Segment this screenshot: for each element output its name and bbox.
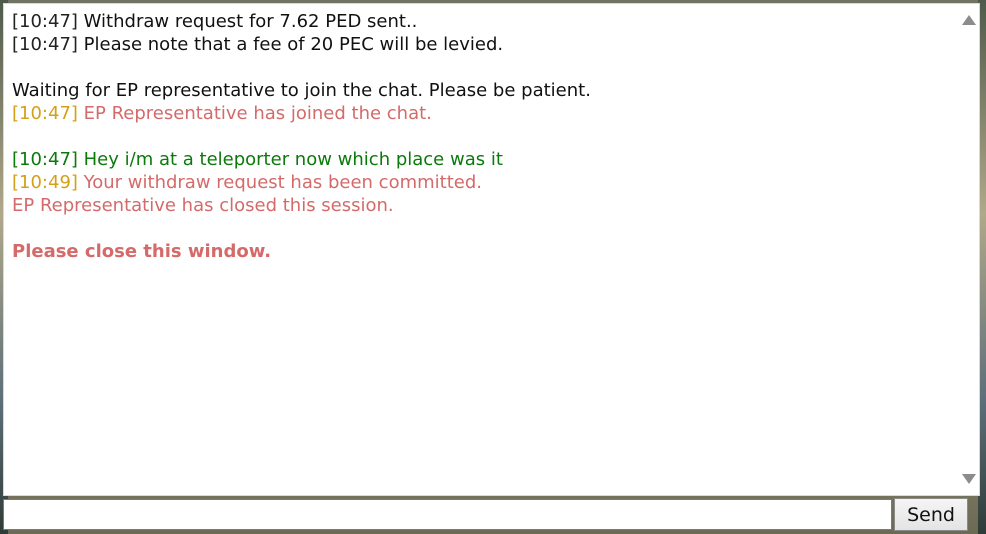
close-window-notice: Please close this window. <box>12 241 272 262</box>
message-text: Withdraw request for 7.62 PED sent.. <box>77 11 418 32</box>
message-timestamp: [10:49] <box>12 172 78 193</box>
chat-spacer <box>12 56 949 79</box>
scroll-up-arrow-icon[interactable] <box>962 15 976 25</box>
chat-line-representative: [10:49] Your withdraw request has been c… <box>12 171 949 194</box>
message-text: Waiting for EP representative to join th… <box>12 80 591 101</box>
chat-line-representative: EP Representative has closed this sessio… <box>12 194 949 217</box>
chat-window: [10:47] Withdraw request for 7.62 PED se… <box>3 3 980 496</box>
chat-spacer <box>12 125 949 148</box>
chat-line-system: [10:47] Withdraw request for 7.62 PED se… <box>12 10 949 33</box>
message-text: Please note that a fee of 20 PEC will be… <box>77 34 504 55</box>
chat-log: [10:47] Withdraw request for 7.62 PED se… <box>4 4 957 495</box>
chat-line-notice: Please close this window. <box>12 240 949 263</box>
chat-line-system: Waiting for EP representative to join th… <box>12 79 949 102</box>
chat-line-representative: [10:47] EP Representative has joined the… <box>12 102 949 125</box>
chat-line-system: [10:47] Please note that a fee of 20 PEC… <box>12 33 949 56</box>
message-timestamp: [10:47] <box>12 103 78 124</box>
chat-input-row: Send <box>3 498 980 531</box>
message-text: Your withdraw request has been committed… <box>77 172 482 193</box>
chat-scrollbar[interactable] <box>957 4 979 495</box>
send-button[interactable]: Send <box>894 498 968 531</box>
message-text: Hey i/m at a teleporter now which place … <box>77 149 503 170</box>
chat-line-user: [10:47] Hey i/m at a teleporter now whic… <box>12 148 949 171</box>
scroll-down-arrow-icon[interactable] <box>962 474 976 484</box>
message-timestamp: [10:47] <box>12 34 78 55</box>
message-timestamp: [10:47] <box>12 149 78 170</box>
message-input[interactable] <box>3 499 892 530</box>
chat-spacer <box>12 217 949 240</box>
message-text: EP Representative has joined the chat. <box>77 103 432 124</box>
message-text: EP Representative has closed this sessio… <box>12 195 394 216</box>
message-timestamp: [10:47] <box>12 11 78 32</box>
